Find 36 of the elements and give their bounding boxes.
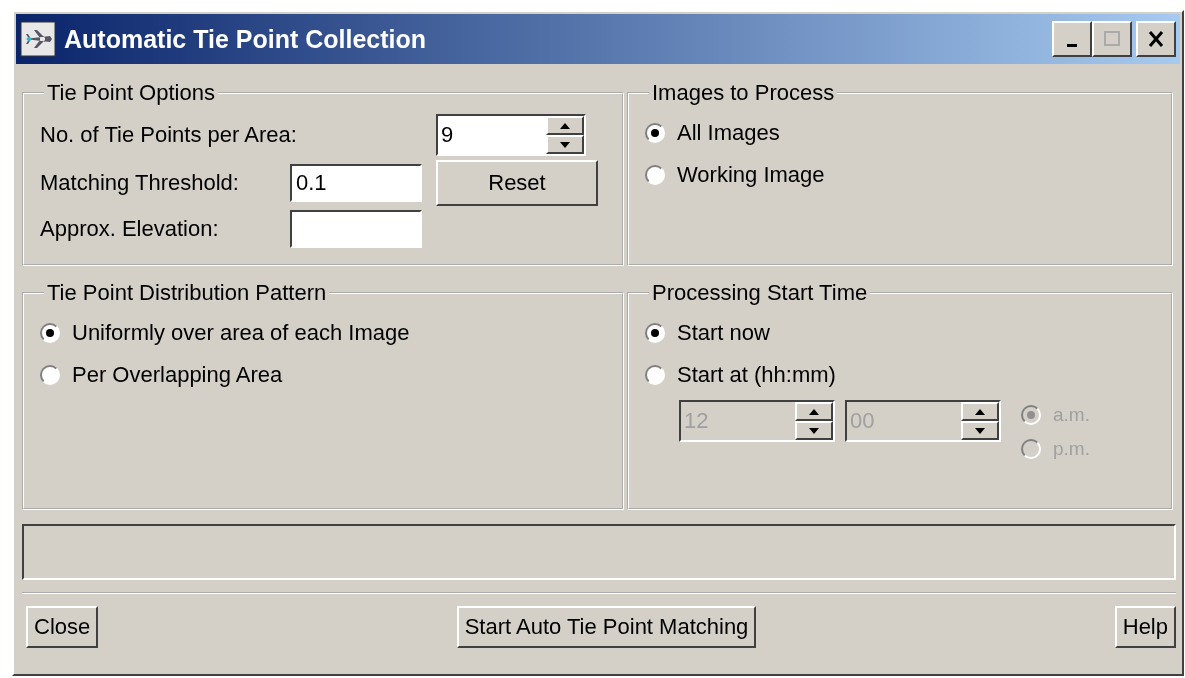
radio-icon[interactable] [40,365,60,385]
radio-icon[interactable] [645,323,665,343]
group-title: Processing Start Time [651,280,869,306]
radio-option[interactable]: Working Image [645,162,1155,188]
radio-icon[interactable] [645,165,665,185]
group-title: Images to Process [651,80,836,106]
close-button[interactable] [1136,21,1176,57]
radio-icon[interactable] [40,323,60,343]
minimize-icon [1067,43,1077,47]
maximize-button[interactable] [1092,21,1132,57]
spinner-field[interactable]: 9 [436,114,586,156]
field-label: Matching Threshold: [40,170,240,196]
dialog-button[interactable]: Help [1114,606,1176,648]
input-field[interactable] [290,210,422,248]
radio-option[interactable]: All Images [645,120,1155,146]
field-label: No. of Tie Points per Area: [40,122,298,148]
reset-button[interactable]: Reset [436,160,598,206]
minimize-button[interactable] [1052,21,1092,57]
group-title: Tie Point Distribution Pattern [46,280,328,306]
airplane-icon [20,21,56,57]
radio-option[interactable]: Start at (hh:mm) [645,362,1155,388]
group-title: Tie Point Options [46,80,216,106]
dialog-button[interactable]: Start Auto Tie Point Matching [456,606,757,648]
radio-option[interactable]: Uniformly over area of each Image [40,320,606,346]
field-label: Approx. Elevation: [40,216,220,242]
radio-icon[interactable] [645,123,665,143]
field-value: 9 [440,121,455,149]
radio-option[interactable]: Start now [645,320,1155,346]
window-title: Automatic Tie Point Collection [64,24,428,54]
dialog-button[interactable]: Close [26,606,99,648]
radio-icon[interactable] [645,365,665,385]
radio-option[interactable]: Per Overlapping Area [40,362,606,388]
input-field[interactable]: 0.1 [290,164,422,202]
close-icon [1146,29,1166,49]
field-value: 0.1 [296,170,327,196]
maximize-icon [1102,29,1122,49]
